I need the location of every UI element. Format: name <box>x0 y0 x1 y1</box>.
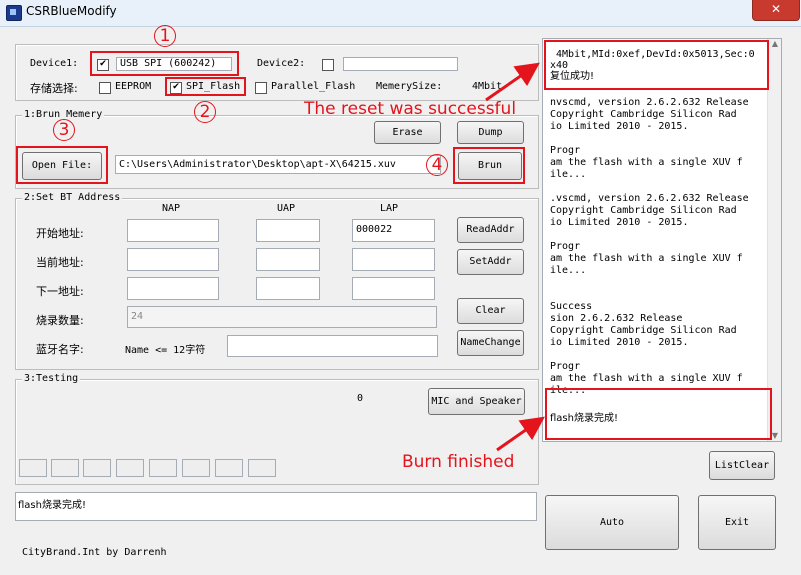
arrow-to-burn-log <box>496 416 545 452</box>
annotation-arrows <box>485 62 545 452</box>
arrow-to-reset-log <box>485 62 540 102</box>
